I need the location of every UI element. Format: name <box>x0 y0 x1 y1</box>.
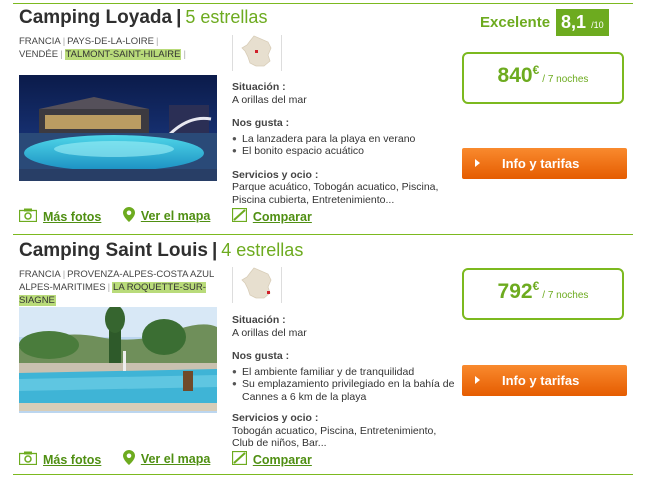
compare-icon <box>231 207 247 225</box>
stars-label: 4 estrellas <box>221 240 304 260</box>
view-map-link[interactable]: Ver el mapa <box>122 450 210 468</box>
situacion-label: Situación : <box>232 314 286 326</box>
divider <box>13 474 633 475</box>
nights-label: / 7 noches <box>542 74 589 85</box>
nos-gusta-label: Nos gusta : <box>232 117 290 129</box>
camping-photo[interactable] <box>19 307 217 413</box>
situacion-label: Situación : <box>232 81 286 93</box>
listing-info: Situación : A orillas del mar Nos gusta … <box>232 314 457 450</box>
nights-label: / 7 noches <box>542 290 589 301</box>
divider <box>281 267 282 303</box>
arrow-right-icon <box>475 159 480 167</box>
camera-icon <box>18 451 38 468</box>
list-item: La lanzadera para la playa en verano <box>232 133 457 146</box>
price-box: 840€/ 7 noches <box>462 52 624 104</box>
listing-info: Situación : A orillas del mar Nos gusta … <box>232 81 457 206</box>
divider <box>281 35 282 71</box>
rating-word: Excelente <box>480 14 551 31</box>
location-town[interactable]: TALMONT-SAINT-HILAIRE <box>64 49 182 60</box>
servicios-value: Tobogán acuatico, Piscina, Entretenimien… <box>232 424 437 450</box>
compare-icon <box>231 450 247 468</box>
divider <box>13 3 633 4</box>
price-box: 792€/ 7 noches <box>462 268 624 320</box>
more-photos-link[interactable]: Más fotos <box>18 208 101 225</box>
likes-list: El ambiente familiar y de tranquilidad S… <box>232 366 457 404</box>
map-pin-icon <box>122 207 135 225</box>
arrow-right-icon <box>475 376 480 384</box>
situacion-value: A orillas del mar <box>232 326 307 339</box>
location-region[interactable]: PROVENZA-ALPES-COSTA AZUL <box>67 269 214 280</box>
listing-actions: Más fotos Ver el mapa Comparar <box>18 207 330 225</box>
price: 792€ <box>497 279 540 303</box>
location-breadcrumb: FRANCIA | PROVENZA-ALPES-COSTA AZUL ALPES-… <box>19 269 215 306</box>
map-pin-icon <box>122 450 135 468</box>
compare-link[interactable]: Comparar <box>231 207 312 225</box>
more-photos-link[interactable]: Más fotos <box>18 451 101 468</box>
rating-score-badge: 8,1 /10 <box>556 9 609 36</box>
servicios-label: Servicios y ocio : <box>232 168 319 181</box>
listing-title: Camping Loyada | 5 estrellas <box>19 7 268 28</box>
divider <box>232 267 233 303</box>
location-country[interactable]: FRANCIA <box>19 36 61 47</box>
servicios-value: Parque acuático, Tobogán acuatico, Pisci… <box>232 181 439 206</box>
view-map-link[interactable]: Ver el mapa <box>122 207 210 225</box>
stars-label: 5 estrellas <box>185 7 268 27</box>
listing-title: Camping Saint Louis | 4 estrellas <box>19 240 304 261</box>
camping-name-link[interactable]: Camping Saint Louis <box>19 240 208 261</box>
info-tarifas-button[interactable]: Info y tarifas <box>462 148 627 179</box>
rating: Excelente 8,1 /10 <box>480 9 609 36</box>
camping-photo[interactable] <box>19 75 217 181</box>
price: 840€ <box>497 63 540 87</box>
nos-gusta-label: Nos gusta : <box>232 350 290 362</box>
location-region[interactable]: PAYS-DE-LA-LOIRE <box>67 36 154 47</box>
list-item: El bonito espacio acuático <box>232 145 457 158</box>
compare-link[interactable]: Comparar <box>231 450 312 468</box>
situacion-value: A orillas del mar <box>232 93 307 106</box>
france-map-icon <box>237 265 279 303</box>
france-map-icon <box>237 33 279 71</box>
list-item: El ambiente familiar y de tranquilidad <box>232 366 457 379</box>
camera-icon <box>18 208 38 225</box>
likes-list: La lanzadera para la playa en verano El … <box>232 133 457 158</box>
servicios-label: Servicios y ocio : <box>232 412 319 424</box>
location-dept[interactable]: VENDÉE <box>19 49 58 60</box>
location-breadcrumb: FRANCIA | PAYS-DE-LA-LOIRE | VENDÉE | TALMONT… <box>19 36 186 60</box>
location-dept[interactable]: ALPES-MARITIMES <box>19 282 106 293</box>
list-item: Su emplazamiento privilegiado en la bahí… <box>232 378 457 403</box>
divider <box>232 35 233 71</box>
listing-actions: Más fotos Ver el mapa Comparar <box>18 450 330 468</box>
divider <box>13 234 633 235</box>
location-country[interactable]: FRANCIA <box>19 269 61 280</box>
camping-name-link[interactable]: Camping Loyada <box>19 7 172 28</box>
info-tarifas-button[interactable]: Info y tarifas <box>462 365 627 396</box>
